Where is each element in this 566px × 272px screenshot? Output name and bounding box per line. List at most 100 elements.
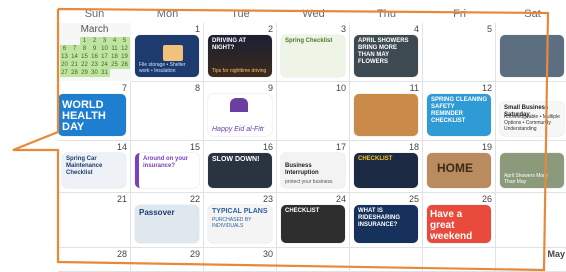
mini-calendar-day[interactable]: 3	[99, 37, 110, 45]
post-card-6[interactable]	[500, 35, 564, 77]
post-card-11[interactable]	[354, 94, 418, 136]
post-card-3[interactable]: Spring Checklist	[281, 35, 345, 77]
day-number: 8	[194, 83, 200, 93]
weekday-header-thu: Thu	[377, 8, 396, 20]
day-cell-6[interactable]	[496, 23, 566, 82]
day-cell-21[interactable]: 21	[58, 193, 131, 248]
post-card-1[interactable]: File storage • Shelter work • Insulation	[135, 35, 199, 77]
day-cell-27[interactable]	[496, 193, 566, 248]
post-title: HOME	[437, 161, 473, 175]
day-cell-30[interactable]: 30	[204, 248, 277, 272]
post-card-20[interactable]: April Showers More Than May	[500, 153, 564, 188]
day-cell-2[interactable]: 2 DRIVING AT NIGHT? Tips for nighttime d…	[204, 23, 277, 82]
day-cell-20[interactable]: April Showers More Than May	[496, 141, 566, 193]
day-number: 2	[267, 24, 273, 34]
day-cell-5[interactable]: 5	[423, 23, 496, 82]
day-cell-24[interactable]: 24 CHECKLIST	[277, 193, 350, 248]
mini-calendar-day[interactable]: 27	[59, 69, 70, 77]
post-card-26[interactable]: Have a great weekend	[427, 205, 491, 243]
day-cell-8[interactable]: 8	[131, 82, 204, 141]
post-card-12[interactable]: SPRING CLEANING SAFETY REMINDER CHECKLIS…	[427, 94, 491, 136]
day-cell-29[interactable]: 29	[131, 248, 204, 272]
mini-calendar-day[interactable]: 21	[69, 61, 80, 69]
house-icon	[163, 45, 183, 61]
mini-calendar-day[interactable]: 25	[109, 61, 120, 69]
mini-calendar-day[interactable]: 15	[79, 53, 90, 61]
day-cell-11[interactable]: 11	[350, 82, 423, 141]
day-cell-17[interactable]: 17 Business Interruption protect your bu…	[277, 141, 350, 193]
day-cell-10[interactable]: 10	[277, 82, 350, 141]
post-text: Knowledgeable • Multiple Options • Commu…	[504, 114, 560, 132]
mini-calendar-day[interactable]: 4	[109, 37, 120, 45]
post-card-16[interactable]: SLOW DOWN!	[208, 153, 272, 188]
day-cell-22[interactable]: 22 Passover	[131, 193, 204, 248]
mini-calendar-day[interactable]: 18	[109, 53, 120, 61]
post-title: Spring Car Maintenance Checklist	[66, 156, 103, 176]
day-number: 12	[481, 83, 492, 93]
post-card-17[interactable]: Business Interruption protect your busin…	[281, 153, 345, 188]
mini-calendar-day[interactable]: 20	[59, 61, 70, 69]
day-cell-12[interactable]: 12 SPRING CLEANING SAFETY REMINDER CHECK…	[423, 82, 496, 141]
mini-calendar-day[interactable]: 6	[59, 45, 70, 53]
mini-calendar-day[interactable]: 30	[89, 69, 100, 77]
calendar-grid: Sun Mon Tue Wed Thu Fri Sat 1 File stora…	[58, 6, 566, 272]
day-cell-19[interactable]: 19 HOME	[423, 141, 496, 193]
post-card-25[interactable]: WHAT IS RIDESHARING INSURANCE?	[354, 205, 418, 243]
post-card-23[interactable]: TYPICAL PLANS PURCHASED BY INDIVIDUALS	[208, 205, 272, 243]
mini-calendar-day[interactable]: 9	[89, 45, 100, 53]
day-cell-25[interactable]: 25 WHAT IS RIDESHARING INSURANCE?	[350, 193, 423, 248]
mini-calendar-day[interactable]: 23	[89, 61, 100, 69]
post-card-2[interactable]: DRIVING AT NIGHT? Tips for nighttime dri…	[208, 35, 272, 77]
mini-calendar-day[interactable]: 13	[59, 53, 70, 61]
mini-calendar-day[interactable]: 2	[89, 37, 100, 45]
day-cell-14[interactable]: 14 Spring Car Maintenance Checklist	[58, 141, 131, 193]
mini-calendar-day[interactable]: 22	[79, 61, 90, 69]
post-card-7[interactable]: WORLD HEALTH DAY	[58, 94, 126, 136]
day-cell-16[interactable]: 16 SLOW DOWN!	[204, 141, 277, 193]
day-cell-9[interactable]: 9 Happy Eid al-Fitr	[204, 82, 277, 141]
weekday-header-sun: Sun	[84, 8, 105, 20]
post-card-15[interactable]: Around on your insurance?	[135, 153, 199, 188]
day-cell-23[interactable]: 23 TYPICAL PLANS PURCHASED BY INDIVIDUAL…	[204, 193, 277, 248]
mini-calendar-day[interactable]: 10	[99, 45, 110, 53]
day-cell-32[interactable]	[350, 248, 423, 272]
mini-calendar-day[interactable]: 26	[119, 61, 130, 69]
day-number: 24	[335, 194, 346, 204]
post-title: DRIVING AT NIGHT?	[212, 38, 246, 51]
day-cell-18[interactable]: 18 CHECKLIST	[350, 141, 423, 193]
day-cell-33[interactable]	[423, 248, 496, 272]
mini-calendar-day[interactable]: 16	[89, 53, 100, 61]
mini-calendar-day[interactable]: 12	[119, 45, 130, 53]
day-cell-34[interactable]: May	[496, 248, 566, 272]
day-cell-3[interactable]: 3 Spring Checklist	[277, 23, 350, 82]
mini-calendar-day[interactable]: 11	[109, 45, 120, 53]
post-card-4[interactable]: APRIL SHOWERS BRING MORE THAN MAY FLOWER…	[354, 35, 418, 77]
mini-calendar-day[interactable]: 24	[99, 61, 110, 69]
mini-calendar-day[interactable]: 31	[99, 69, 110, 77]
mini-calendar-day[interactable]: 1	[79, 37, 90, 45]
mini-calendar-day[interactable]: 17	[99, 53, 110, 61]
day-cell-4[interactable]: 4 APRIL SHOWERS BRING MORE THAN MAY FLOW…	[350, 23, 423, 82]
post-card-13[interactable]: Small Business Saturday Knowledgeable • …	[500, 102, 564, 136]
mini-calendar-day[interactable]: 19	[119, 53, 130, 61]
day-cell-1[interactable]: 1 File storage • Shelter work • Insulati…	[131, 23, 204, 82]
day-cell-26[interactable]: 26 Have a great weekend	[423, 193, 496, 248]
mini-calendar-day[interactable]: 8	[79, 45, 90, 53]
day-cell-31[interactable]	[277, 248, 350, 272]
day-cell-13[interactable]: Small Business Saturday Knowledgeable • …	[496, 82, 566, 141]
mini-calendar-day[interactable]: 5	[119, 37, 130, 45]
mini-calendar-day[interactable]: 14	[69, 53, 80, 61]
day-cell-7[interactable]: 7 WORLD HEALTH DAY	[58, 82, 131, 141]
post-card-18[interactable]: CHECKLIST	[354, 153, 418, 188]
day-cell-15[interactable]: 15 Around on your insurance?	[131, 141, 204, 193]
mini-calendar-day[interactable]: 28	[69, 69, 80, 77]
mini-calendar-day[interactable]: 7	[69, 45, 80, 53]
day-cell-28[interactable]: 28	[58, 248, 131, 272]
post-card-14[interactable]: Spring Car Maintenance Checklist	[62, 153, 126, 188]
post-card-24[interactable]: CHECKLIST	[281, 205, 345, 243]
post-title: WHAT IS RIDESHARING INSURANCE?	[358, 208, 401, 228]
post-card-19[interactable]: HOME	[427, 153, 491, 188]
mini-calendar-day[interactable]: 29	[79, 69, 90, 77]
post-card-22[interactable]: Passover	[135, 205, 199, 243]
post-card-9[interactable]: Happy Eid al-Fitr	[208, 94, 272, 136]
